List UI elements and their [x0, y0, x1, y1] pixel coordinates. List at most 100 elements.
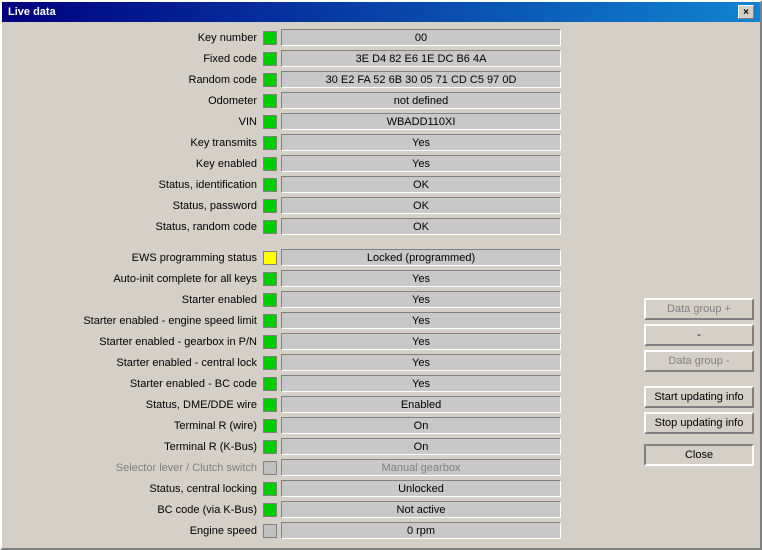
- row-label: Selector lever / Clutch switch: [8, 462, 263, 474]
- table-row: Status, password OK: [8, 196, 638, 215]
- status-indicator: [263, 461, 277, 475]
- row-label: Odometer: [8, 95, 263, 107]
- table-row: Starter enabledYes: [8, 290, 638, 309]
- table-row: Auto-init complete for all keys Yes: [8, 269, 638, 288]
- title-bar: Live data ×: [2, 2, 760, 22]
- status-indicator: [263, 94, 277, 108]
- close-button[interactable]: Close: [644, 444, 754, 466]
- row-value: OK: [281, 218, 561, 235]
- status-indicator: [263, 272, 277, 286]
- row-label: Status, identification: [8, 179, 263, 191]
- row-label: Auto-init complete for all keys: [8, 273, 263, 285]
- row-value: Yes: [281, 354, 561, 371]
- status-indicator: [263, 419, 277, 433]
- status-indicator: [263, 52, 277, 66]
- window-title: Live data: [8, 6, 56, 18]
- row-label: Status, DME/DDE wire: [8, 399, 263, 411]
- row-label: Random code: [8, 74, 263, 86]
- table-row: Engine speed 0 rpm: [8, 521, 638, 540]
- status-indicator: [263, 335, 277, 349]
- data-group-minus-button[interactable]: Data group -: [644, 350, 754, 372]
- row-value: Unlocked: [281, 480, 561, 497]
- status-indicator: [263, 440, 277, 454]
- status-indicator: [263, 31, 277, 45]
- row-label: Starter enabled - central lock: [8, 357, 263, 369]
- status-indicator: [263, 482, 277, 496]
- row-value: 00: [281, 29, 561, 46]
- status-indicator: [263, 314, 277, 328]
- row-label: Key number: [8, 32, 263, 44]
- row-label: Terminal R (K-Bus): [8, 441, 263, 453]
- right-panel: Data group + - Data group - Start updati…: [644, 28, 754, 542]
- table-row: Status, central lockingUnlocked: [8, 479, 638, 498]
- row-label: Key enabled: [8, 158, 263, 170]
- row-value: Locked (programmed): [281, 249, 561, 266]
- row-value: Yes: [281, 270, 561, 287]
- row-value: Yes: [281, 134, 561, 151]
- status-indicator: [263, 398, 277, 412]
- status-indicator: [263, 251, 277, 265]
- row-value: On: [281, 417, 561, 434]
- row-label: Terminal R (wire): [8, 420, 263, 432]
- table-row: Status, DME/DDE wire Enabled: [8, 395, 638, 414]
- table-row: VIN WBADD110XI: [8, 112, 638, 131]
- row-value: not defined: [281, 92, 561, 109]
- row-value: 3E D4 82 E6 1E DC B6 4A: [281, 50, 561, 67]
- status-indicator: [263, 157, 277, 171]
- status-indicator: [263, 220, 277, 234]
- row-value: WBADD110XI: [281, 113, 561, 130]
- row-label: Engine speed: [8, 525, 263, 537]
- table-row: Starter enabled - engine speed limitYes: [8, 311, 638, 330]
- table-row: BC code (via K-Bus) Not active: [8, 500, 638, 519]
- status-indicator: [263, 377, 277, 391]
- table-row: Fixed code3E D4 82 E6 1E DC B6 4A: [8, 49, 638, 68]
- row-value: Manual gearbox: [281, 459, 561, 476]
- status-indicator: [263, 356, 277, 370]
- table-row: Random code30 E2 FA 52 6B 30 05 71 CD C5…: [8, 70, 638, 89]
- row-value: Yes: [281, 375, 561, 392]
- table-row: Terminal R (wire) On: [8, 416, 638, 435]
- table-row: Key enabled Yes: [8, 154, 638, 173]
- row-label: BC code (via K-Bus): [8, 504, 263, 516]
- row-value: Yes: [281, 312, 561, 329]
- row-value: OK: [281, 176, 561, 193]
- live-data-window: Live data × Key number 00 Fixed code3E D4 …: [0, 0, 762, 550]
- status-indicator: [263, 178, 277, 192]
- table-row: Key number 00: [8, 28, 638, 47]
- separator: [8, 238, 638, 248]
- status-indicator: [263, 293, 277, 307]
- table-row: Starter enabled - central lock Yes: [8, 353, 638, 372]
- start-updating-button[interactable]: Start updating info: [644, 386, 754, 408]
- status-indicator: [263, 524, 277, 538]
- main-content: Key number 00 Fixed code3E D4 82 E6 1E DC …: [2, 22, 760, 548]
- row-label: Starter enabled - BC code: [8, 378, 263, 390]
- row-label: Starter enabled: [8, 294, 263, 306]
- status-indicator: [263, 199, 277, 213]
- table-row: Status, random code OK: [8, 217, 638, 236]
- row-value: Enabled: [281, 396, 561, 413]
- data-group-plus-button[interactable]: Data group +: [644, 298, 754, 320]
- table-row: Key transmits Yes: [8, 133, 638, 152]
- row-label: Status, password: [8, 200, 263, 212]
- data-panel: Key number 00 Fixed code3E D4 82 E6 1E DC …: [8, 28, 638, 542]
- row-label: Starter enabled - gearbox in P/N: [8, 336, 263, 348]
- row-label: Status, random code: [8, 221, 263, 233]
- status-indicator: [263, 73, 277, 87]
- table-row: Starter enabled - BC code Yes: [8, 374, 638, 393]
- status-indicator: [263, 136, 277, 150]
- table-row: Odometer not defined: [8, 91, 638, 110]
- table-row: Selector lever / Clutch switch Manual gea…: [8, 458, 638, 477]
- row-label: VIN: [8, 116, 263, 128]
- row-label: Key transmits: [8, 137, 263, 149]
- table-row: Terminal R (K-Bus)On: [8, 437, 638, 456]
- window-close-button[interactable]: ×: [738, 5, 754, 19]
- row-value: Yes: [281, 333, 561, 350]
- status-indicator: [263, 503, 277, 517]
- dash-button[interactable]: -: [644, 324, 754, 346]
- row-value: 0 rpm: [281, 522, 561, 539]
- row-value: Not active: [281, 501, 561, 518]
- row-value: OK: [281, 197, 561, 214]
- stop-updating-button[interactable]: Stop updating info: [644, 412, 754, 434]
- row-value: Yes: [281, 155, 561, 172]
- status-indicator: [263, 115, 277, 129]
